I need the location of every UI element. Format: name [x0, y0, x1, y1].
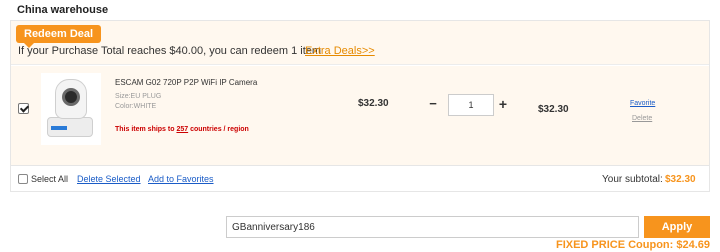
- cart-footer: Select All Delete Selected Add to Favori…: [11, 167, 709, 191]
- favorite-link[interactable]: Favorite: [630, 100, 655, 107]
- deal-message: If your Purchase Total reaches $40.00, y…: [18, 45, 322, 57]
- product-name[interactable]: ESCAM G02 720P P2P WiFi IP Camera: [115, 78, 257, 87]
- item-checkbox[interactable]: [18, 103, 29, 114]
- shipping-note: This item ships to 257 countries / regio…: [115, 126, 249, 133]
- subtotal-label: Your subtotal:: [602, 174, 663, 185]
- subtotal-value: $32.30: [665, 174, 696, 185]
- product-image[interactable]: [41, 73, 101, 145]
- deal-bar: Redeem Deal If your Purchase Total reach…: [11, 21, 709, 65]
- warehouse-title: China warehouse: [17, 4, 109, 16]
- extra-deals-link[interactable]: Extra Deals>>: [305, 45, 375, 57]
- unit-price: $32.30: [358, 98, 389, 109]
- item-subtotal: $32.30: [538, 104, 569, 115]
- shipping-suffix: countries / region: [188, 126, 249, 133]
- select-all-checkbox[interactable]: [18, 174, 28, 184]
- cart-item-row: ESCAM G02 720P P2P WiFi IP Camera Size:E…: [11, 66, 709, 166]
- select-all-label[interactable]: Select All: [31, 174, 68, 184]
- camera-brand-mark: [51, 126, 67, 130]
- camera-icon: [62, 88, 80, 106]
- shipping-country-count[interactable]: 257: [176, 126, 188, 133]
- cart-container: Redeem Deal If your Purchase Total reach…: [10, 20, 710, 192]
- coupon-code-input[interactable]: [226, 216, 639, 238]
- increase-quantity-button[interactable]: +: [497, 97, 509, 111]
- shipping-prefix: This item ships to: [115, 126, 177, 133]
- quantity-input[interactable]: [448, 94, 494, 116]
- delete-selected-link[interactable]: Delete Selected: [77, 174, 141, 184]
- delete-link[interactable]: Delete: [632, 115, 652, 122]
- product-size: Size:EU PLUG: [115, 93, 162, 100]
- add-to-favorites-link[interactable]: Add to Favorites: [148, 174, 214, 184]
- apply-coupon-button[interactable]: Apply: [644, 216, 710, 238]
- redeem-deal-badge: Redeem Deal: [16, 25, 102, 48]
- product-color: Color:WHITE: [115, 103, 157, 110]
- decrease-quantity-button[interactable]: −: [428, 97, 438, 110]
- fixed-price-coupon-text: FIXED PRICE Coupon: $24.69: [555, 239, 710, 251]
